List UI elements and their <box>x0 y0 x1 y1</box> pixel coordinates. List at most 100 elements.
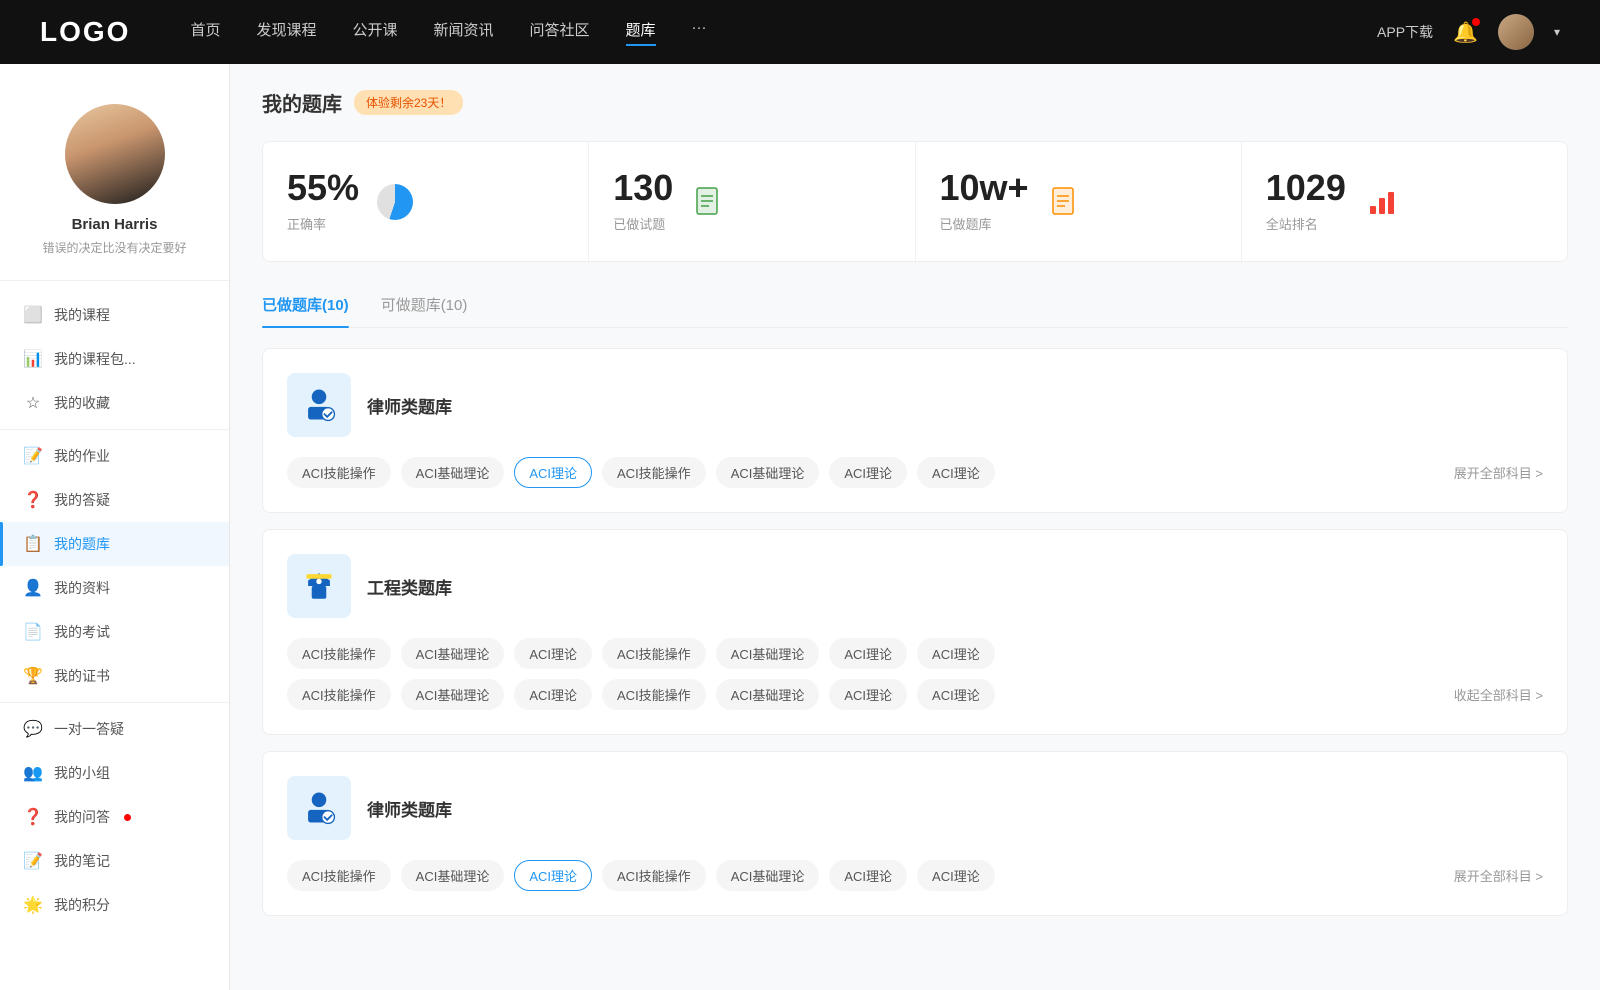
main-layout: Brian Harris 错误的决定比没有决定要好 ⬜ 我的课程 📊 我的课程包… <box>0 64 1600 990</box>
sidebar-item-homework[interactable]: 📝 我的作业 <box>0 434 229 478</box>
bar-chart-icon <box>1366 186 1398 218</box>
tag-lawyer2-1[interactable]: ACI基础理论 <box>401 860 505 891</box>
tag-lawyer2-5[interactable]: ACI理论 <box>829 860 907 891</box>
sidebar-item-course-pack[interactable]: 📊 我的课程包... <box>0 337 229 381</box>
expand-lawyer1[interactable]: 展开全部科目 > <box>1454 463 1543 482</box>
stat-accuracy: 55% 正确率 <box>263 142 589 261</box>
sidebar-item-group[interactable]: 👥 我的小组 <box>0 751 229 795</box>
tag-eng2-2[interactable]: ACI理论 <box>514 679 592 710</box>
stat-banks-text: 10w+ 已做题库 <box>940 170 1029 233</box>
sidebar-label-bank: 我的题库 <box>54 534 110 554</box>
tag-eng-4[interactable]: ACI基础理论 <box>716 638 820 669</box>
sidebar-item-tutoring[interactable]: 💬 一对一答疑 <box>0 707 229 751</box>
sidebar-item-qa[interactable]: ❓ 我的答疑 <box>0 478 229 522</box>
profile-icon: 👤 <box>24 579 42 597</box>
nav-link-discover[interactable]: 发现课程 <box>256 19 316 46</box>
tag-lawyer1-5[interactable]: ACI理论 <box>829 457 907 488</box>
stat-accuracy-value: 55% <box>287 170 359 206</box>
app-download-button[interactable]: APP下载 <box>1377 22 1433 42</box>
sidebar-item-favorites[interactable]: ☆ 我的收藏 <box>0 381 229 425</box>
course-icon: ⬜ <box>24 306 42 324</box>
nav-link-home[interactable]: 首页 <box>190 19 220 46</box>
tag-lawyer1-3[interactable]: ACI技能操作 <box>602 457 706 488</box>
tag-eng2-3[interactable]: ACI技能操作 <box>602 679 706 710</box>
tag-lawyer2-4[interactable]: ACI基础理论 <box>716 860 820 891</box>
star-icon: ☆ <box>24 394 42 412</box>
logo: LOGO <box>40 16 130 48</box>
tag-lawyer1-2[interactable]: ACI理论 <box>514 457 592 488</box>
stat-rank: 1029 全站排名 <box>1242 142 1567 261</box>
stat-questions-label: 已做试题 <box>613 214 673 233</box>
nav-link-bank[interactable]: 题库 <box>626 19 656 46</box>
trial-badge: 体验剩余23天！ <box>354 90 463 115</box>
account-chevron[interactable]: ▾ <box>1554 25 1560 39</box>
sidebar: Brian Harris 错误的决定比没有决定要好 ⬜ 我的课程 📊 我的课程包… <box>0 64 230 990</box>
stat-rank-value: 1029 <box>1266 170 1346 206</box>
group-icon: 👥 <box>24 764 42 782</box>
sidebar-item-my-course[interactable]: ⬜ 我的课程 <box>0 293 229 337</box>
lawyer-svg <box>299 385 339 425</box>
sidebar-item-points[interactable]: 🌟 我的积分 <box>0 883 229 927</box>
tag-lawyer1-4[interactable]: ACI基础理论 <box>716 457 820 488</box>
sidebar-item-exam[interactable]: 📄 我的考试 <box>0 610 229 654</box>
tag-lawyer2-0[interactable]: ACI技能操作 <box>287 860 391 891</box>
sidebar-label-group: 我的小组 <box>54 763 110 783</box>
nav-link-open[interactable]: 公开课 <box>352 19 397 46</box>
tag-eng-6[interactable]: ACI理论 <box>917 638 995 669</box>
stat-questions-icon <box>689 182 729 222</box>
nav-links: 首页 发现课程 公开课 新闻资讯 问答社区 题库 ··· <box>190 19 1377 46</box>
tag-eng2-5[interactable]: ACI理论 <box>829 679 907 710</box>
avatar-image <box>1498 14 1534 50</box>
bank-card-engineering-title: 工程类题库 <box>367 574 452 599</box>
tag-eng2-4[interactable]: ACI基础理论 <box>716 679 820 710</box>
stat-questions-value: 130 <box>613 170 673 206</box>
stat-banks-label: 已做题库 <box>940 214 1029 233</box>
tag-eng-0[interactable]: ACI技能操作 <box>287 638 391 669</box>
sidebar-item-bank[interactable]: 📋 我的题库 <box>0 522 229 566</box>
sidebar-label-certificate: 我的证书 <box>54 666 110 686</box>
sidebar-label-profile: 我的资料 <box>54 578 110 598</box>
tag-lawyer1-1[interactable]: ACI基础理论 <box>401 457 505 488</box>
bank-card-lawyer1-tags: ACI技能操作 ACI基础理论 ACI理论 ACI技能操作 ACI基础理论 AC… <box>287 457 1543 488</box>
nav-link-more[interactable]: ··· <box>692 19 707 46</box>
tag-lawyer2-2[interactable]: ACI理论 <box>514 860 592 891</box>
tag-lawyer2-3[interactable]: ACI技能操作 <box>602 860 706 891</box>
tag-lawyer1-0[interactable]: ACI技能操作 <box>287 457 391 488</box>
sidebar-item-profile[interactable]: 👤 我的资料 <box>0 566 229 610</box>
stat-rank-icon <box>1362 182 1402 222</box>
tag-eng-3[interactable]: ACI技能操作 <box>602 638 706 669</box>
tag-eng2-1[interactable]: ACI基础理论 <box>401 679 505 710</box>
sidebar-menu: ⬜ 我的课程 📊 我的课程包... ☆ 我的收藏 📝 我的作业 ❓ 我的答疑 📋 <box>0 281 229 939</box>
tag-eng2-0[interactable]: ACI技能操作 <box>287 679 391 710</box>
separator-2 <box>0 702 229 703</box>
sidebar-item-my-qa[interactable]: ❓ 我的问答 <box>0 795 229 839</box>
pie-chart <box>377 184 413 220</box>
user-avatar[interactable] <box>1498 14 1534 50</box>
tag-lawyer1-6[interactable]: ACI理论 <box>917 457 995 488</box>
tag-eng-2[interactable]: ACI理论 <box>514 638 592 669</box>
sidebar-item-notes[interactable]: 📝 我的笔记 <box>0 839 229 883</box>
stat-banks-value: 10w+ <box>940 170 1029 206</box>
avatar-image <box>65 104 165 204</box>
doc-orange-icon <box>1049 186 1081 218</box>
tab-done[interactable]: 已做题库(10) <box>262 286 349 327</box>
stat-accuracy-text: 55% 正确率 <box>287 170 359 233</box>
stats-row: 55% 正确率 130 已做试题 <box>262 141 1568 262</box>
collapse-engineering[interactable]: 收起全部科目 > <box>1454 685 1543 704</box>
sidebar-label-points: 我的积分 <box>54 895 110 915</box>
expand-lawyer2[interactable]: 展开全部科目 > <box>1454 866 1543 885</box>
notification-bell[interactable]: 🔔 <box>1453 20 1478 45</box>
exam-icon: 📄 <box>24 623 42 641</box>
sidebar-item-certificate[interactable]: 🏆 我的证书 <box>0 654 229 698</box>
lawyer2-svg <box>299 788 339 828</box>
tag-eng2-6[interactable]: ACI理论 <box>917 679 995 710</box>
sidebar-label-homework: 我的作业 <box>54 446 110 466</box>
nav-link-news[interactable]: 新闻资讯 <box>434 19 494 46</box>
bank-card-engineering-tags1: ACI技能操作 ACI基础理论 ACI理论 ACI技能操作 ACI基础理论 AC… <box>287 638 1543 669</box>
nav-link-qa[interactable]: 问答社区 <box>530 19 590 46</box>
tag-eng-5[interactable]: ACI理论 <box>829 638 907 669</box>
bank-menu-icon: 📋 <box>24 535 42 553</box>
tab-available[interactable]: 可做题库(10) <box>381 286 468 327</box>
tag-lawyer2-6[interactable]: ACI理论 <box>917 860 995 891</box>
tag-eng-1[interactable]: ACI基础理论 <box>401 638 505 669</box>
